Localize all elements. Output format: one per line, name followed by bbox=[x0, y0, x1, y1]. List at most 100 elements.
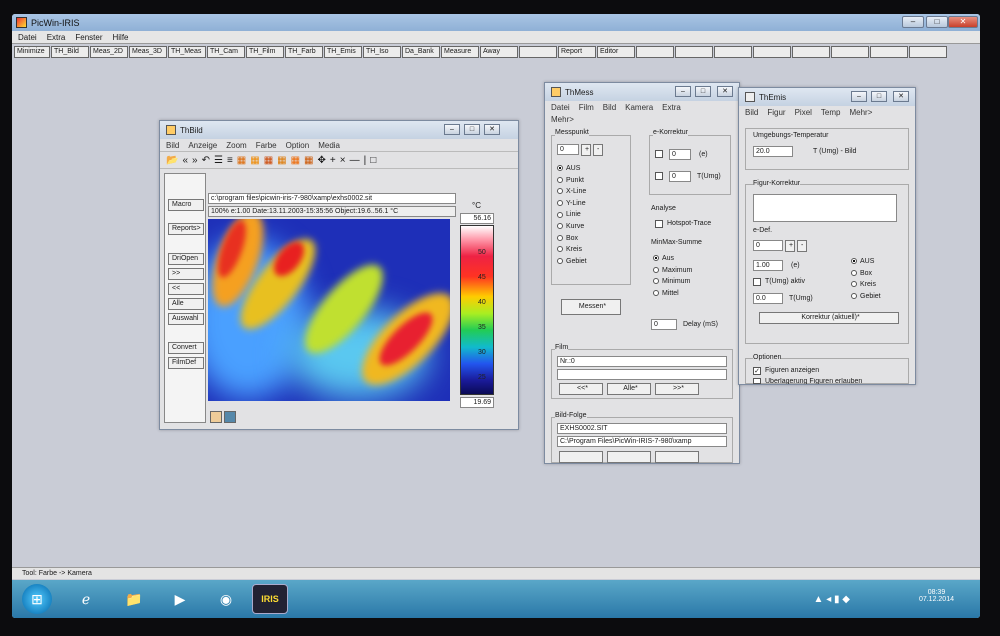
messpunkt-field[interactable]: 0 bbox=[557, 144, 579, 155]
thermal-image[interactable] bbox=[208, 219, 450, 401]
driopen-button[interactable]: DriOpen bbox=[168, 253, 204, 265]
toolbar-th-farb[interactable]: TH_Farb bbox=[285, 46, 323, 58]
minmax-maximum[interactable]: Maximum bbox=[653, 265, 692, 277]
minmax-minimum[interactable]: Minimum bbox=[653, 276, 692, 288]
toolbar-measure[interactable]: Measure bbox=[441, 46, 479, 58]
themis-menu-pixel[interactable]: Pixel bbox=[795, 108, 812, 117]
menu-hilfe[interactable]: Hilfe bbox=[112, 33, 128, 42]
forward-icon[interactable]: » bbox=[192, 155, 198, 166]
e-field[interactable]: 1.00 bbox=[753, 260, 783, 271]
bildfolge-button-1[interactable] bbox=[559, 451, 603, 463]
toolbar-empty-3[interactable] bbox=[675, 46, 713, 58]
minmax-aus[interactable]: Aus bbox=[653, 253, 692, 265]
fig-anzeigen-checkbox[interactable]: ✓ bbox=[753, 367, 761, 375]
option-linie[interactable]: Linie bbox=[557, 209, 587, 221]
themis-menu-bild[interactable]: Bild bbox=[745, 108, 758, 117]
palette-icon-6[interactable]: ▦ bbox=[304, 155, 313, 166]
hline-icon[interactable]: — bbox=[350, 155, 360, 166]
alle-button[interactable]: Alle bbox=[168, 298, 204, 310]
toolbar-empty-2[interactable] bbox=[636, 46, 674, 58]
toolbar-report[interactable]: Report bbox=[558, 46, 596, 58]
fig-cut-checkbox[interactable] bbox=[753, 378, 761, 384]
menu-fenster[interactable]: Fenster bbox=[75, 33, 102, 42]
film-prev-button[interactable]: <<* bbox=[559, 383, 603, 395]
thbild-menu-media[interactable]: Media bbox=[318, 141, 340, 150]
option-aus[interactable]: AUS bbox=[557, 163, 587, 175]
thmess-menu-extra[interactable]: Extra bbox=[662, 103, 681, 112]
numbered-list-icon[interactable]: ☰ bbox=[214, 155, 223, 166]
toolbar-empty-1[interactable] bbox=[519, 46, 557, 58]
thmess-menu-mehr[interactable]: Mehr> bbox=[551, 115, 574, 124]
minmax-mittel[interactable]: Mittel bbox=[653, 288, 692, 300]
tumg-aktiv-checkbox[interactable] bbox=[753, 278, 761, 286]
vline-icon[interactable]: | bbox=[364, 155, 367, 166]
cross-icon[interactable]: × bbox=[340, 155, 346, 166]
toolbar-empty-6[interactable] bbox=[792, 46, 830, 58]
thbild-minimize-icon[interactable]: – bbox=[444, 124, 460, 135]
chrome-icon[interactable]: ◉ bbox=[208, 584, 244, 614]
thbild-menu-zoom[interactable]: Zoom bbox=[226, 141, 246, 150]
thmess-maximize-icon[interactable]: □ bbox=[695, 86, 711, 97]
palette-icon-3[interactable]: ▦ bbox=[264, 155, 273, 166]
option-kurve[interactable]: Kurve bbox=[557, 221, 587, 233]
film-all-button[interactable]: Alle* bbox=[607, 383, 651, 395]
themis-menu-mehr[interactable]: Mehr> bbox=[849, 108, 872, 117]
toolbar-minimize[interactable]: Minimize bbox=[14, 46, 50, 58]
thbild-maximize-icon[interactable]: □ bbox=[464, 124, 480, 135]
option-yline[interactable]: Y-Line bbox=[557, 198, 587, 210]
thbild-menu-anzeige[interactable]: Anzeige bbox=[188, 141, 217, 150]
thbild-menu-option[interactable]: Option bbox=[286, 141, 310, 150]
bildfolge-button-3[interactable] bbox=[655, 451, 699, 463]
media-player-icon[interactable]: ▶ bbox=[162, 584, 198, 614]
convert-button[interactable]: Convert bbox=[168, 342, 204, 354]
themis-close-icon[interactable]: ✕ bbox=[893, 91, 909, 102]
thmess-menu-kamera[interactable]: Kamera bbox=[625, 103, 653, 112]
themis-maximize-icon[interactable]: □ bbox=[871, 91, 887, 102]
korrektur-button[interactable]: Korrektur (aktuell)* bbox=[759, 312, 899, 324]
macro-button[interactable]: Macro bbox=[168, 199, 204, 211]
themis-radio-kreis[interactable]: Kreis bbox=[851, 279, 881, 291]
edef-field[interactable]: 0 bbox=[753, 240, 783, 251]
clock[interactable]: 08:39 07.12.2014 bbox=[919, 589, 954, 603]
option-punkt[interactable]: Punkt bbox=[557, 175, 587, 187]
option-box[interactable]: Box bbox=[557, 233, 587, 245]
umgebung-field[interactable]: 20.0 bbox=[753, 146, 793, 157]
themis-radio-box[interactable]: Box bbox=[851, 268, 881, 280]
messpunkt-plus[interactable]: + bbox=[581, 144, 591, 156]
palette-icon-5[interactable]: ▦ bbox=[291, 155, 300, 166]
themis-minimize-icon[interactable]: – bbox=[851, 91, 867, 102]
maximize-icon[interactable]: □ bbox=[926, 16, 948, 28]
minimize-icon[interactable]: – bbox=[902, 16, 924, 28]
toolbar-away[interactable]: Away bbox=[480, 46, 518, 58]
ek-checkbox-1[interactable] bbox=[655, 150, 663, 158]
rewind-icon[interactable]: « bbox=[182, 155, 188, 166]
hotspot-checkbox[interactable] bbox=[655, 220, 663, 228]
ek-checkbox-2[interactable] bbox=[655, 172, 663, 180]
edef-plus[interactable]: + bbox=[785, 240, 795, 252]
toolbar-th-bild[interactable]: TH_Bild bbox=[51, 46, 89, 58]
toolbar-th-emis[interactable]: TH_Emis bbox=[324, 46, 362, 58]
auswahl-button[interactable]: Auswahl bbox=[168, 313, 204, 325]
toolbar-th-film[interactable]: TH_Film bbox=[246, 46, 284, 58]
toolbar-da-bank[interactable]: Da_Bank bbox=[402, 46, 440, 58]
messpunkt-minus[interactable]: - bbox=[593, 144, 603, 156]
list-icon[interactable]: ≡ bbox=[227, 155, 233, 166]
thumbnail-icon-2[interactable] bbox=[224, 411, 236, 423]
themis-menu-figur[interactable]: Figur bbox=[767, 108, 785, 117]
thmess-close-icon[interactable]: ✕ bbox=[717, 86, 733, 97]
plus-icon[interactable]: + bbox=[330, 155, 336, 166]
toolbar-empty-4[interactable] bbox=[714, 46, 752, 58]
option-kreis[interactable]: Kreis bbox=[557, 244, 587, 256]
toolbar-empty-7[interactable] bbox=[831, 46, 869, 58]
themis-radio-aus[interactable]: AUS bbox=[851, 256, 881, 268]
palette-icon-1[interactable]: ▦ bbox=[237, 155, 246, 166]
folder-icon[interactable]: 📁 bbox=[116, 584, 152, 614]
menu-extra[interactable]: Extra bbox=[47, 33, 66, 42]
toolbar-th-iso[interactable]: TH_Iso bbox=[363, 46, 401, 58]
toolbar-th-cam[interactable]: TH_Cam bbox=[207, 46, 245, 58]
toolbar-empty-9[interactable] bbox=[909, 46, 947, 58]
tumg-field[interactable]: 0.0 bbox=[753, 293, 783, 304]
toolbar-meas-3d[interactable]: Meas_3D bbox=[129, 46, 167, 58]
ek-field-1[interactable]: 0 bbox=[669, 149, 691, 160]
undo-icon[interactable]: ↶ bbox=[202, 155, 210, 166]
